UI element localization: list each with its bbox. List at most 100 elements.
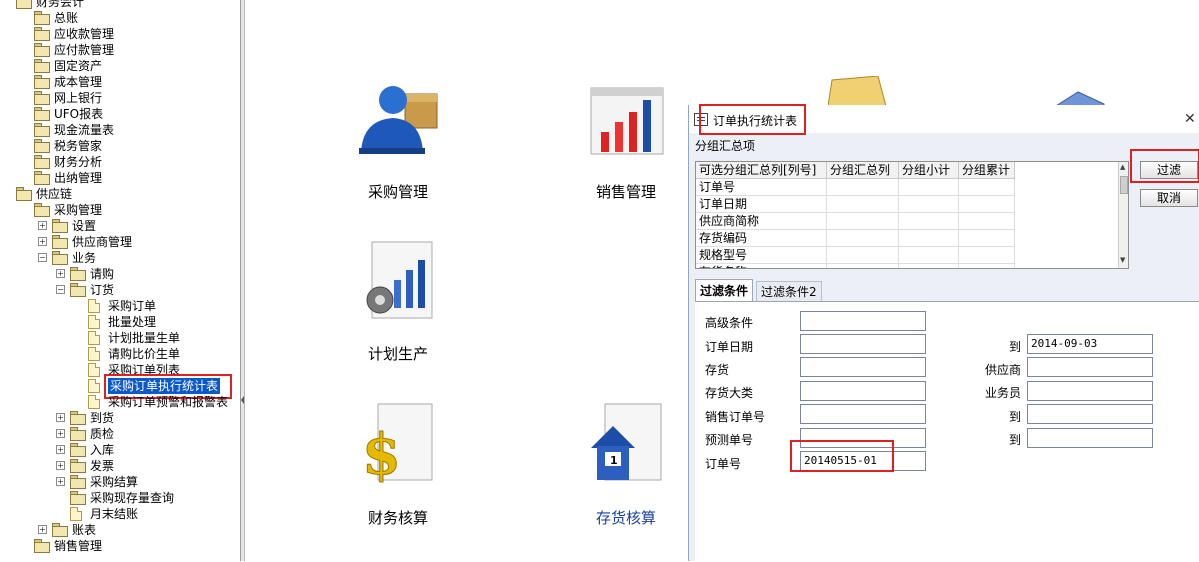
supplier-input[interactable] bbox=[1027, 357, 1153, 377]
grid-row[interactable]: 规格型号 bbox=[696, 247, 1015, 264]
tree-node[interactable]: 应付款管理 bbox=[0, 42, 240, 58]
tree-node[interactable]: 请购比价生单 bbox=[0, 346, 240, 362]
expand-icon[interactable]: + bbox=[56, 477, 65, 486]
grid-scrollbar[interactable]: ▲ ▼ bbox=[1118, 162, 1128, 268]
grid-cell[interactable] bbox=[959, 213, 1015, 230]
tree-node[interactable]: 出纳管理 bbox=[0, 170, 240, 186]
tree-node[interactable]: 计划批量生单 bbox=[0, 330, 240, 346]
grid-cell[interactable] bbox=[899, 213, 959, 230]
expand-icon[interactable]: + bbox=[38, 221, 47, 230]
order-date-from-input[interactable] bbox=[800, 334, 926, 354]
tree-node[interactable]: 批量处理 bbox=[0, 314, 240, 330]
expand-icon[interactable]: + bbox=[56, 429, 65, 438]
tree-node[interactable]: 成本管理 bbox=[0, 74, 240, 90]
collapse-icon[interactable]: − bbox=[56, 285, 65, 294]
order-date-to-input[interactable]: 2014-09-03 bbox=[1027, 334, 1153, 354]
module-finance[interactable]: $ 财务核算 bbox=[343, 402, 453, 532]
group-summary-grid[interactable]: 可选分组汇总列[列号] 分组汇总列 分组小计 分组累计 订单号 订单日期 供应商简称… bbox=[695, 161, 1129, 269]
expand-icon[interactable]: + bbox=[38, 525, 47, 534]
tree-node[interactable]: 财务分析 bbox=[0, 154, 240, 170]
grid-cell[interactable] bbox=[959, 196, 1015, 213]
tree-node[interactable]: − 业务 bbox=[0, 250, 240, 266]
tree-node[interactable]: UFO报表 bbox=[0, 106, 240, 122]
tree-node[interactable]: 月末结账 bbox=[0, 506, 240, 522]
module-inventory[interactable]: 1 存货核算 bbox=[571, 402, 681, 532]
tree-node[interactable]: 现金流量表 bbox=[0, 122, 240, 138]
scroll-up-icon[interactable]: ▲ bbox=[1120, 163, 1125, 171]
tree-node[interactable]: + 到货 bbox=[0, 410, 240, 426]
grid-cell[interactable] bbox=[827, 196, 899, 213]
tree-node[interactable]: + 采购结算 bbox=[0, 474, 240, 490]
grid-cell[interactable] bbox=[827, 179, 899, 196]
inventory-class-input[interactable] bbox=[800, 381, 926, 401]
collapse-icon[interactable]: − bbox=[38, 253, 47, 262]
salesperson-input[interactable] bbox=[1027, 381, 1153, 401]
grid-header[interactable]: 分组汇总列 bbox=[827, 162, 899, 179]
grid-row[interactable]: 供应商简称 bbox=[696, 213, 1015, 230]
grid-cell[interactable] bbox=[899, 247, 959, 264]
grid-cell[interactable] bbox=[959, 230, 1015, 247]
scroll-down-icon[interactable]: ▼ bbox=[1120, 256, 1125, 264]
grid-header[interactable]: 分组小计 bbox=[899, 162, 959, 179]
close-icon[interactable]: ✕ bbox=[1184, 111, 1196, 127]
expand-icon[interactable]: + bbox=[56, 445, 65, 454]
tree-node[interactable]: 销售管理 bbox=[0, 538, 240, 554]
tab-filter-conditions[interactable]: 过滤条件 bbox=[695, 279, 754, 301]
grid-cell[interactable] bbox=[899, 179, 959, 196]
grid-cell[interactable] bbox=[899, 230, 959, 247]
expand-icon[interactable]: + bbox=[38, 237, 47, 246]
inventory-input[interactable] bbox=[800, 357, 926, 377]
grid-row[interactable]: 订单号 bbox=[696, 179, 1015, 196]
grid-cell[interactable] bbox=[899, 264, 959, 268]
tree-node[interactable]: + 请购 bbox=[0, 266, 240, 282]
tree-node[interactable]: 应收款管理 bbox=[0, 26, 240, 42]
grid-header[interactable]: 分组累计 bbox=[959, 162, 1015, 179]
module-sales[interactable]: 销售管理 bbox=[571, 82, 681, 212]
grid-cell[interactable] bbox=[899, 196, 959, 213]
grid-row[interactable]: 订单日期 bbox=[696, 196, 1015, 213]
module-purchase[interactable]: 采购管理 bbox=[343, 82, 453, 212]
sales-order-no-input[interactable] bbox=[800, 404, 926, 424]
tree-node[interactable]: 税务管家 bbox=[0, 138, 240, 154]
grid-cell[interactable] bbox=[959, 247, 1015, 264]
grid-cell[interactable] bbox=[827, 264, 899, 268]
tree-node[interactable]: 采购订单预警和报警表 bbox=[0, 394, 240, 410]
tree-node[interactable]: 采购管理 bbox=[0, 202, 240, 218]
tree-node[interactable]: 固定资产 bbox=[0, 58, 240, 74]
tree-node[interactable]: + 供应商管理 bbox=[0, 234, 240, 250]
cancel-button[interactable]: 取消 bbox=[1140, 189, 1198, 207]
tree-node[interactable]: + 质检 bbox=[0, 426, 240, 442]
advanced-condition-input[interactable] bbox=[800, 311, 926, 331]
tree-node[interactable]: 采购现存量查询 bbox=[0, 490, 240, 506]
tree-node[interactable]: + 设置 bbox=[0, 218, 240, 234]
grid-row[interactable]: 存货名称 bbox=[696, 264, 1015, 268]
grid-cell[interactable] bbox=[959, 264, 1015, 268]
collapse-arrow-icon[interactable] bbox=[241, 396, 244, 404]
expand-icon[interactable]: + bbox=[56, 461, 65, 470]
tab-filter-conditions-2[interactable]: 过滤条件2 bbox=[756, 281, 822, 301]
tree-node[interactable]: 总账 bbox=[0, 10, 240, 26]
grid-header[interactable]: 可选分组汇总列[列号] bbox=[696, 162, 827, 179]
tree-node[interactable]: + 发票 bbox=[0, 458, 240, 474]
tree-node[interactable]: + 账表 bbox=[0, 522, 240, 538]
tree-node-label: 采购现存量查询 bbox=[90, 491, 175, 505]
tree-node[interactable]: 财务会计 bbox=[0, 0, 240, 10]
forecast-no-to-input[interactable] bbox=[1027, 428, 1153, 448]
tree-node[interactable]: 网上银行 bbox=[0, 90, 240, 106]
sales-order-no-to-input[interactable] bbox=[1027, 404, 1153, 424]
grid-cell[interactable] bbox=[827, 230, 899, 247]
tree-node[interactable]: 采购订单 bbox=[0, 298, 240, 314]
expand-icon[interactable]: + bbox=[56, 269, 65, 278]
grid-row[interactable]: 存货编码 bbox=[696, 230, 1015, 247]
grid-cell[interactable] bbox=[959, 179, 1015, 196]
tree-node[interactable]: + 入库 bbox=[0, 442, 240, 458]
grid-cell[interactable] bbox=[827, 213, 899, 230]
module-production[interactable]: 计划生产 bbox=[343, 240, 453, 370]
tree-node[interactable]: − 订货 bbox=[0, 282, 240, 298]
expand-icon[interactable]: + bbox=[56, 413, 65, 422]
scroll-thumb[interactable] bbox=[1120, 176, 1128, 194]
grid-cell[interactable] bbox=[827, 247, 899, 264]
tree-node-label: 采购订单预警和报警表 bbox=[108, 395, 229, 409]
tree-node[interactable]: 供应链 bbox=[0, 186, 240, 202]
panel-splitter[interactable] bbox=[241, 0, 245, 561]
